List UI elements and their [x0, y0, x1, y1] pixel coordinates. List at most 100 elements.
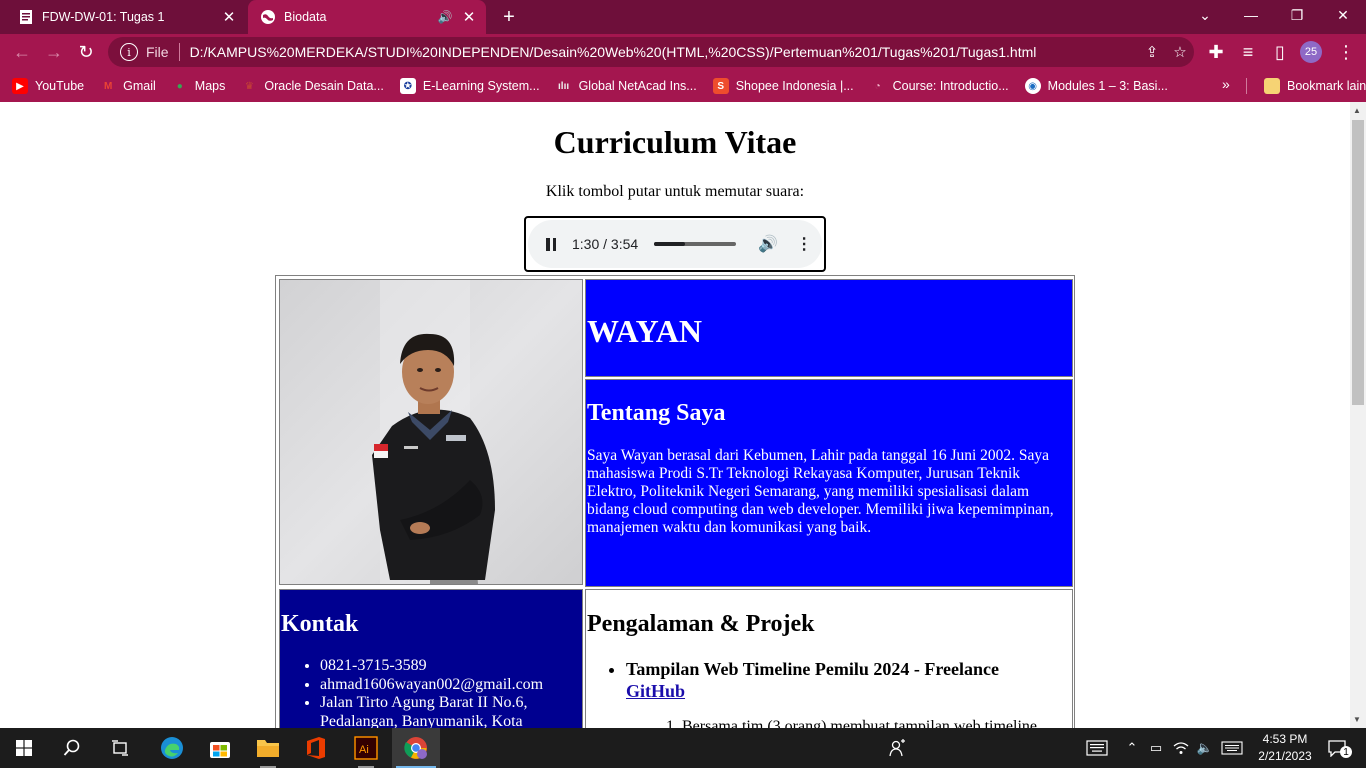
bookmark-gmail[interactable]: M Gmail: [92, 73, 164, 99]
close-icon[interactable]: ✕: [218, 6, 240, 28]
file-explorer-icon[interactable]: [244, 728, 292, 768]
volume-icon[interactable]: 🔊: [758, 234, 778, 254]
bookmark-global-netacad[interactable]: ılıı Global NetAcad Ins...: [548, 73, 705, 99]
bookmark-label: Maps: [194, 79, 226, 93]
netacad-icon: ◉: [1024, 78, 1041, 94]
close-window-button[interactable]: ✕: [1320, 0, 1366, 30]
wifi-icon[interactable]: [1170, 728, 1192, 768]
audio-seek-slider[interactable]: [654, 242, 737, 246]
page-scrollbar[interactable]: ▲ ▼: [1350, 102, 1366, 728]
bookmark-star-icon[interactable]: ☆: [1166, 43, 1194, 61]
tab-title: Biodata: [284, 10, 327, 24]
bookmark-label: Bookmark lain: [1287, 79, 1366, 93]
bookmark-label: E-Learning System...: [422, 79, 540, 93]
side-panel-icon[interactable]: ▯: [1266, 38, 1294, 66]
experience-subitem-text: Bersama tim (3 orang) membuat tampilan w…: [682, 718, 1038, 728]
elearning-icon: ✪: [399, 78, 416, 94]
profile-avatar[interactable]: 25: [1300, 41, 1322, 63]
about-heading: Tentang Saya: [587, 400, 726, 426]
audio-player[interactable]: 1:30 / 3:54 🔊 ⋮: [524, 216, 826, 272]
chevron-up-icon[interactable]: ⌃: [1122, 728, 1142, 768]
windows-start-icon[interactable]: [0, 728, 48, 768]
bookmarks-overflow-chevron-icon[interactable]: »: [1222, 76, 1230, 92]
notification-icon[interactable]: 1: [1322, 728, 1352, 768]
more-options-icon[interactable]: ⋮: [796, 234, 812, 254]
tab-fdw-dw-01[interactable]: FDW-DW-01: Tugas 1 ✕: [0, 0, 246, 34]
speaker-icon[interactable]: 🔊: [436, 8, 454, 26]
restore-button[interactable]: ❐: [1274, 0, 1320, 30]
bookmark-oracle[interactable]: ♛ Oracle Desain Data...: [233, 73, 392, 99]
battery-icon[interactable]: ▭: [1146, 728, 1166, 768]
speaker-tray-icon[interactable]: 🔈: [1194, 728, 1216, 768]
taskbar-clock[interactable]: 4:53 PM 2/21/2023: [1248, 731, 1322, 765]
folder-icon: [1264, 78, 1280, 94]
forward-arrow-icon[interactable]: →: [40, 38, 68, 66]
scroll-up-icon[interactable]: ▲: [1353, 106, 1361, 115]
bookmark-label: Gmail: [123, 79, 156, 93]
bookmark-maps[interactable]: ● Maps: [164, 73, 234, 99]
tab-biodata[interactable]: Biodata 🔊 ✕: [248, 0, 486, 34]
experience-heading: Pengalaman & Projek: [587, 611, 815, 637]
experience-cell: Pengalaman & Projek Tampilan Web Timelin…: [585, 589, 1073, 728]
bookmark-label: YouTube: [35, 79, 85, 93]
experience-subitem-number: 1.: [666, 718, 678, 728]
person-photo-image: [280, 280, 582, 584]
address-bar[interactable]: i File D:/KAMPUS%20MERDEKA/STUDI%20INDEP…: [108, 37, 1194, 67]
scroll-down-icon[interactable]: ▼: [1353, 715, 1361, 724]
task-view-icon[interactable]: [96, 728, 144, 768]
document-favicon-icon: [20, 10, 32, 24]
clock-date: 2/21/2023: [1258, 749, 1312, 763]
youtube-icon: ▶: [12, 78, 28, 94]
share-icon[interactable]: ⇪: [1138, 43, 1166, 61]
url-text[interactable]: D:/KAMPUS%20MERDEKA/STUDI%20INDEPENDEN/D…: [190, 44, 1138, 60]
audio-controls: 1:30 / 3:54 🔊 ⋮: [528, 220, 822, 268]
experience-item: Tampilan Web Timeline Pemilu 2024 - Free…: [626, 658, 1066, 702]
experience-list: Tampilan Web Timeline Pemilu 2024 - Free…: [626, 658, 1066, 702]
bookmark-label: Modules 1 – 3: Basi...: [1047, 79, 1168, 93]
divider: [178, 43, 180, 61]
close-icon[interactable]: ✕: [458, 6, 480, 28]
info-icon[interactable]: i: [120, 43, 138, 61]
edge-icon[interactable]: [148, 728, 196, 768]
windows-taskbar: Ai ⌃ ▭ 🔈 4:53 PM 2/21/2023 1: [0, 728, 1366, 768]
keyboard-layout-icon[interactable]: [1218, 728, 1246, 768]
github-link[interactable]: GitHub: [626, 681, 685, 701]
bookmark-shopee[interactable]: S Shopee Indonesia |...: [705, 73, 862, 99]
media-control-icon[interactable]: ≡: [1234, 38, 1262, 66]
chrome-icon[interactable]: [392, 728, 440, 768]
experience-subitem: 1. Bersama tim (3 orang) membuat tampila…: [666, 718, 1072, 728]
scrollbar-thumb[interactable]: [1352, 120, 1364, 405]
microsoft-store-icon[interactable]: [196, 728, 244, 768]
bookmark-elearning[interactable]: ✪ E-Learning System...: [392, 73, 548, 99]
bookmark-label: Oracle Desain Data...: [264, 79, 384, 93]
search-icon[interactable]: [48, 728, 96, 768]
bookmark-label: Global NetAcad Ins...: [578, 79, 697, 93]
contact-email: ahmad1606wayan002@gmail.com: [320, 676, 580, 695]
bookmarks-bar: ▶ YouTube M Gmail ● Maps ♛ Oracle Desain…: [0, 70, 1366, 102]
bookmark-modules[interactable]: ◉ Modules 1 – 3: Basi...: [1017, 73, 1176, 99]
people-icon[interactable]: [882, 728, 914, 768]
divider: [1246, 78, 1247, 94]
minimize-button[interactable]: —: [1228, 0, 1274, 30]
bookmark-course[interactable]: ◔ Course: Introductio...: [862, 73, 1017, 99]
new-tab-button[interactable]: +: [496, 6, 522, 28]
maps-icon: ●: [176, 80, 183, 92]
bookmark-youtube[interactable]: ▶ YouTube: [0, 73, 92, 99]
menu-kebab-icon[interactable]: ⋮: [1332, 38, 1360, 66]
extensions-icon[interactable]: ✚: [1202, 38, 1230, 66]
reload-icon[interactable]: ↻: [72, 38, 100, 66]
other-bookmarks-folder[interactable]: Bookmark lain: [1256, 73, 1366, 99]
about-cell: Tentang Saya Saya Wayan berasal dari Keb…: [585, 379, 1073, 587]
tab-search-icon[interactable]: ⌄: [1182, 0, 1228, 30]
pause-icon[interactable]: [546, 237, 556, 251]
page-title: Curriculum Vitae: [553, 124, 797, 160]
office-icon[interactable]: [292, 728, 340, 768]
contact-phone: 0821-3715-3589: [320, 657, 580, 676]
contact-list: 0821-3715-3589 ahmad1606wayan002@gmail.c…: [320, 657, 580, 728]
browser-toolbar: ← → ↻ i File D:/KAMPUS%20MERDEKA/STUDI%2…: [0, 34, 1366, 70]
back-arrow-icon[interactable]: ←: [8, 38, 36, 66]
keyboard-input-icon[interactable]: [1082, 728, 1112, 768]
shopee-icon: S: [712, 78, 729, 94]
illustrator-icon[interactable]: Ai: [342, 728, 390, 768]
cisco-icon: ılıı: [558, 80, 570, 92]
